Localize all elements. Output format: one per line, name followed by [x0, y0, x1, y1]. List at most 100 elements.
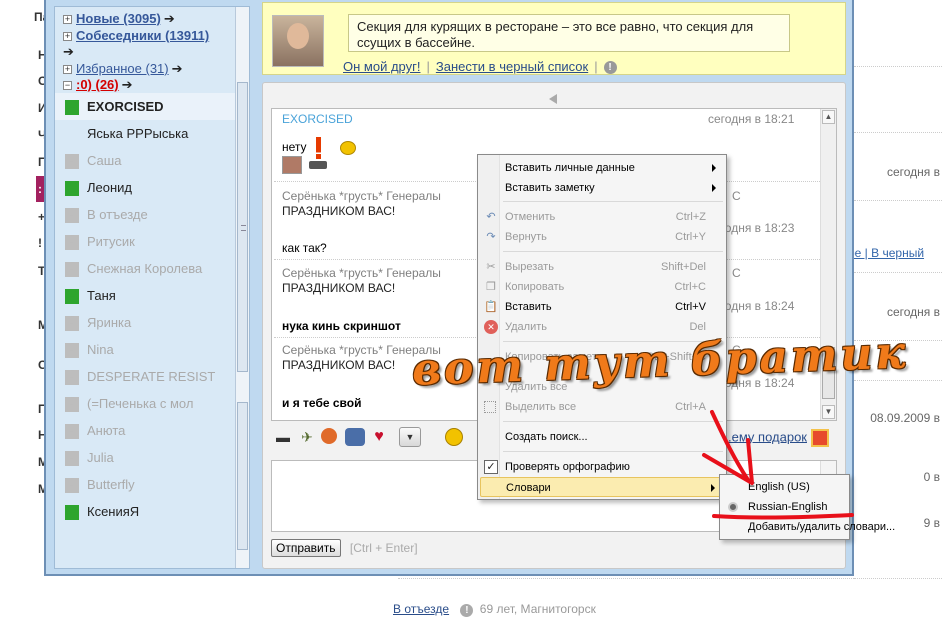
- avatar[interactable]: [272, 15, 324, 67]
- menu-shortcut: Ctrl+Shift+C: [646, 351, 706, 363]
- bg-status-link[interactable]: В отъезде: [393, 602, 449, 616]
- group-label[interactable]: Избранное (31): [76, 61, 169, 76]
- message-header: Серёнька *грусть* Генералы: [282, 189, 441, 203]
- menu-item-insert-note[interactable]: Вставить заметку: [480, 178, 724, 198]
- dictionary-english-us[interactable]: English (US): [722, 477, 849, 497]
- message-text: нука кинь скриншот: [282, 319, 401, 333]
- scroll-down-icon[interactable]: ▼: [822, 405, 835, 419]
- robot-smiley-icon[interactable]: [345, 428, 365, 446]
- dictionary-russian-english[interactable]: Russian-English: [722, 497, 849, 517]
- devil-smiley-icon[interactable]: [321, 428, 337, 444]
- bg-time: сегодня в: [886, 165, 940, 179]
- user-icon: [65, 127, 79, 142]
- group-new[interactable]: + Новые (3095) ➔: [55, 11, 249, 27]
- contact-item[interactable]: DESPERATE RESIST: [55, 363, 249, 390]
- more-smileys-button[interactable]: ▼: [399, 427, 421, 447]
- submenu-arrow-icon: [711, 484, 715, 492]
- separator: |: [426, 59, 430, 74]
- contact-name: DESPERATE RESIST: [87, 369, 216, 384]
- group-favorites[interactable]: + Избранное (31) ➔: [55, 61, 249, 77]
- group-label[interactable]: Новые (3095): [76, 11, 161, 26]
- group-smile[interactable]: −:0) (26) ➔: [55, 77, 249, 93]
- menu-item-delete-all[interactable]: Удалить все: [480, 377, 724, 397]
- message-time: С: [732, 343, 741, 357]
- scrollbar-track[interactable]: [237, 402, 248, 550]
- avatar[interactable]: [282, 156, 302, 174]
- menu-item-copy-notes[interactable]: Копировать заметки Ctrl+Shift+C: [480, 347, 724, 367]
- gift-icon[interactable]: [811, 429, 829, 447]
- grip-icon: [241, 225, 246, 231]
- contact-item[interactable]: Саша: [55, 147, 249, 174]
- expand-icon[interactable]: +: [63, 32, 72, 42]
- undo-icon: ↶: [486, 211, 496, 223]
- add-friend-link[interactable]: Он мой друг!: [343, 59, 420, 74]
- contact-item[interactable]: Леонид: [55, 174, 249, 201]
- menu-item-select-all[interactable]: Выделить все Ctrl+A: [480, 397, 724, 417]
- contact-item[interactable]: Яська РРРыська: [55, 120, 249, 147]
- contact-item[interactable]: Анюта: [55, 417, 249, 444]
- paste-icon: 📋: [484, 301, 498, 313]
- contact-item[interactable]: Таня: [55, 282, 249, 309]
- contact-item[interactable]: В отъезде: [55, 201, 249, 228]
- checkbox-checked-icon[interactable]: ✓: [484, 460, 498, 474]
- menu-separator: [503, 201, 723, 202]
- arrow-right-icon: ➔: [163, 11, 175, 26]
- send-hint: [Ctrl + Enter]: [349, 541, 418, 555]
- contact-list-scrollbar[interactable]: [235, 7, 249, 568]
- menu-label: Словари: [506, 482, 551, 494]
- contact-item[interactable]: Снежная Королева: [55, 255, 249, 282]
- group-label[interactable]: :0) (26): [76, 77, 119, 92]
- user-offline-icon: [65, 478, 79, 494]
- smiley-icon[interactable]: [445, 428, 463, 446]
- message-author: Серёнька *грусть* Генералы: [282, 189, 441, 203]
- submenu-arrow-icon: [712, 184, 716, 192]
- contact-item[interactable]: Яринка: [55, 309, 249, 336]
- menu-item-cut[interactable]: ✂ Вырезать Shift+Del: [480, 257, 724, 277]
- dictionary-manage[interactable]: Добавить/удалить словари...: [722, 517, 895, 537]
- user-offline-icon: [65, 316, 79, 332]
- gun-icon[interactable]: ▬: [273, 428, 293, 446]
- menu-shortcut: Shift+Del: [661, 261, 706, 273]
- scrollbar-thumb[interactable]: [237, 82, 248, 372]
- blacklist-link[interactable]: Занести в черный список: [436, 59, 588, 74]
- contact-name: EXORCISED: [87, 99, 164, 114]
- menu-separator: [503, 341, 723, 342]
- contact-item[interactable]: Butterfly: [55, 471, 249, 498]
- group-label[interactable]: Собеседники (13911): [76, 28, 209, 43]
- send-button[interactable]: Отправить: [271, 539, 341, 557]
- collapse-icon[interactable]: −: [63, 81, 72, 91]
- expand-icon[interactable]: +: [63, 65, 72, 75]
- contact-item[interactable]: Julia: [55, 444, 249, 471]
- user-offline-icon: [65, 451, 79, 467]
- user-offline-icon: [65, 208, 79, 224]
- menu-item-dictionaries[interactable]: Словари: [480, 477, 724, 497]
- menu-label: Удалить все: [505, 381, 568, 393]
- bg-letter: :: [38, 182, 42, 196]
- group-interlocutors[interactable]: + Собеседники (13911): [55, 28, 249, 44]
- contact-item[interactable]: EXORCISED: [55, 93, 249, 120]
- contact-item[interactable]: Ритусик: [55, 228, 249, 255]
- contact-item[interactable]: Nina: [55, 336, 249, 363]
- gift-label[interactable]: ...ему подарок: [721, 429, 807, 444]
- contact-item[interactable]: КсенияЯ: [55, 498, 249, 525]
- collapse-left-icon[interactable]: [549, 94, 557, 104]
- expand-icon[interactable]: +: [63, 15, 72, 25]
- contact-item[interactable]: (=Печенька с мол: [55, 390, 249, 417]
- menu-item-undo[interactable]: ↶ Отменить Ctrl+Z: [480, 207, 724, 227]
- menu-item-redo[interactable]: ↷ Вернуть Ctrl+Y: [480, 227, 724, 247]
- scroll-up-icon[interactable]: ▲: [822, 110, 835, 124]
- history-scrollbar[interactable]: ▲ ▼: [820, 109, 836, 420]
- menu-item-insert-personal[interactable]: Вставить личные данные: [480, 158, 724, 178]
- menu-item-paste[interactable]: 📋 Вставить Ctrl+V: [480, 297, 724, 317]
- menu-item-spellcheck[interactable]: ✓ Проверять орфографию: [480, 457, 724, 477]
- send-gift-link[interactable]: ...ему подарок: [721, 429, 829, 447]
- menu-item-delete[interactable]: ✕ Удалить Del: [480, 317, 724, 337]
- bg-links[interactable]: ре | В черный: [848, 246, 924, 260]
- plane-icon[interactable]: ✈: [297, 428, 317, 446]
- menu-item-copy[interactable]: ❐ Копировать Ctrl+C: [480, 277, 724, 297]
- info-icon[interactable]: !: [603, 61, 617, 75]
- scrollbar-thumb[interactable]: [822, 347, 835, 399]
- menu-item-create-search[interactable]: Создать поиск...: [480, 427, 724, 447]
- heart-icon[interactable]: ♥: [369, 428, 389, 446]
- menu-label: English (US): [748, 481, 810, 493]
